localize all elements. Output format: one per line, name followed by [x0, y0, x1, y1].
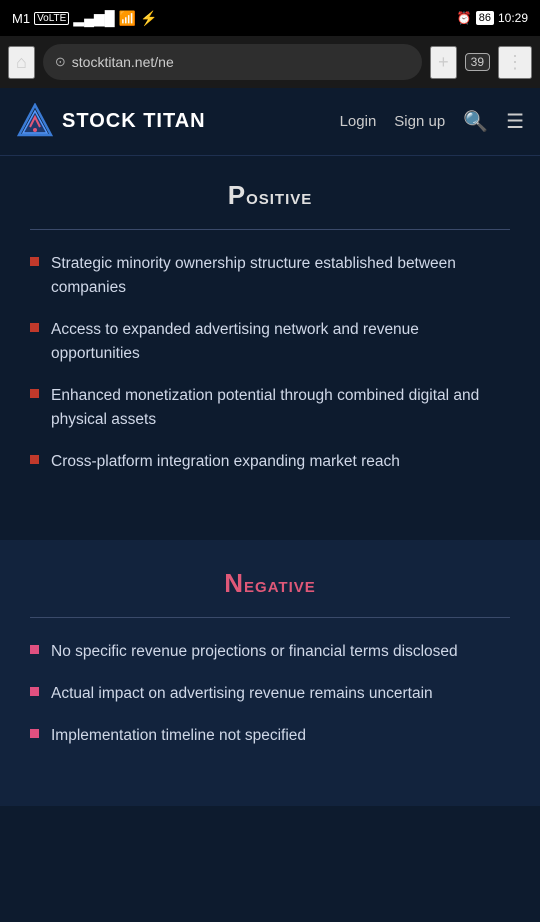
bullet-icon-4: [30, 455, 39, 464]
positive-item-1: Strategic minority ownership structure e…: [30, 252, 510, 300]
volte-badge: VoLTE: [34, 12, 69, 25]
url-text: stocktitan.net/ne: [72, 54, 174, 70]
negative-bullet-list: No specific revenue projections or finan…: [30, 640, 510, 748]
positive-text-1: Strategic minority ownership structure e…: [51, 252, 510, 300]
neg-bullet-icon-3: [30, 729, 39, 738]
bullet-icon-2: [30, 323, 39, 332]
status-right: ⏰ 86 10:29: [457, 11, 528, 25]
battery-icon: 86: [476, 11, 494, 25]
tab-count-badge[interactable]: 39: [465, 53, 490, 71]
status-bar: M1 VoLTE ▂▄▆█ 📶 ⚡ ⏰ 86 10:29: [0, 0, 540, 36]
neg-bullet-icon-1: [30, 645, 39, 654]
login-link[interactable]: Login: [340, 113, 377, 130]
new-tab-button[interactable]: +: [430, 46, 457, 79]
signup-link[interactable]: Sign up: [394, 113, 445, 130]
browser-bar: ⌂ ⊙ stocktitan.net/ne + 39 ⋮: [0, 36, 540, 88]
negative-item-3: Implementation timeline not specified: [30, 724, 510, 748]
positive-text-4: Cross-platform integration expanding mar…: [51, 450, 400, 474]
neg-bullet-icon-2: [30, 687, 39, 696]
positive-section: Positive Strategic minority ownership st…: [0, 156, 540, 532]
bullet-icon-1: [30, 257, 39, 266]
alarm-icon: ⏰: [457, 11, 472, 25]
nav-links: Login Sign up 🔍 ☰: [340, 109, 524, 134]
time-label: 10:29: [498, 11, 528, 25]
status-left: M1 VoLTE ▂▄▆█ 📶 ⚡: [12, 10, 158, 27]
positive-title: Positive: [30, 180, 510, 211]
positive-divider: [30, 229, 510, 230]
negative-title: Negative: [30, 568, 510, 599]
carrier-label: M1: [12, 11, 30, 26]
signal-icon: ▂▄▆█: [73, 10, 114, 27]
other-icon: ⚡: [140, 10, 157, 27]
negative-item-1: No specific revenue projections or finan…: [30, 640, 510, 664]
search-icon[interactable]: 🔍: [463, 109, 488, 134]
hamburger-menu-icon[interactable]: ☰: [506, 109, 524, 134]
browser-home-button[interactable]: ⌂: [8, 46, 35, 79]
bullet-icon-3: [30, 389, 39, 398]
positive-text-3: Enhanced monetization potential through …: [51, 384, 510, 432]
negative-item-2: Actual impact on advertising revenue rem…: [30, 682, 510, 706]
url-bar[interactable]: ⊙ stocktitan.net/ne: [43, 44, 422, 80]
logo-area: STOCK TITAN: [16, 103, 340, 141]
positive-item-4: Cross-platform integration expanding mar…: [30, 450, 510, 474]
positive-text-2: Access to expanded advertising network a…: [51, 318, 510, 366]
navbar: STOCK TITAN Login Sign up 🔍 ☰: [0, 88, 540, 156]
negative-divider: [30, 617, 510, 618]
negative-section: Negative No specific revenue projections…: [0, 540, 540, 806]
logo-icon: [16, 103, 54, 141]
positive-bullet-list: Strategic minority ownership structure e…: [30, 252, 510, 474]
wifi-icon: 📶: [119, 10, 136, 27]
negative-text-3: Implementation timeline not specified: [51, 724, 306, 748]
browser-menu-button[interactable]: ⋮: [498, 46, 532, 79]
positive-item-3: Enhanced monetization potential through …: [30, 384, 510, 432]
negative-text-2: Actual impact on advertising revenue rem…: [51, 682, 433, 706]
main-content: Positive Strategic minority ownership st…: [0, 156, 540, 806]
negative-text-1: No specific revenue projections or finan…: [51, 640, 458, 664]
logo-text: STOCK TITAN: [62, 110, 206, 133]
positive-item-2: Access to expanded advertising network a…: [30, 318, 510, 366]
security-icon: ⊙: [55, 54, 66, 70]
